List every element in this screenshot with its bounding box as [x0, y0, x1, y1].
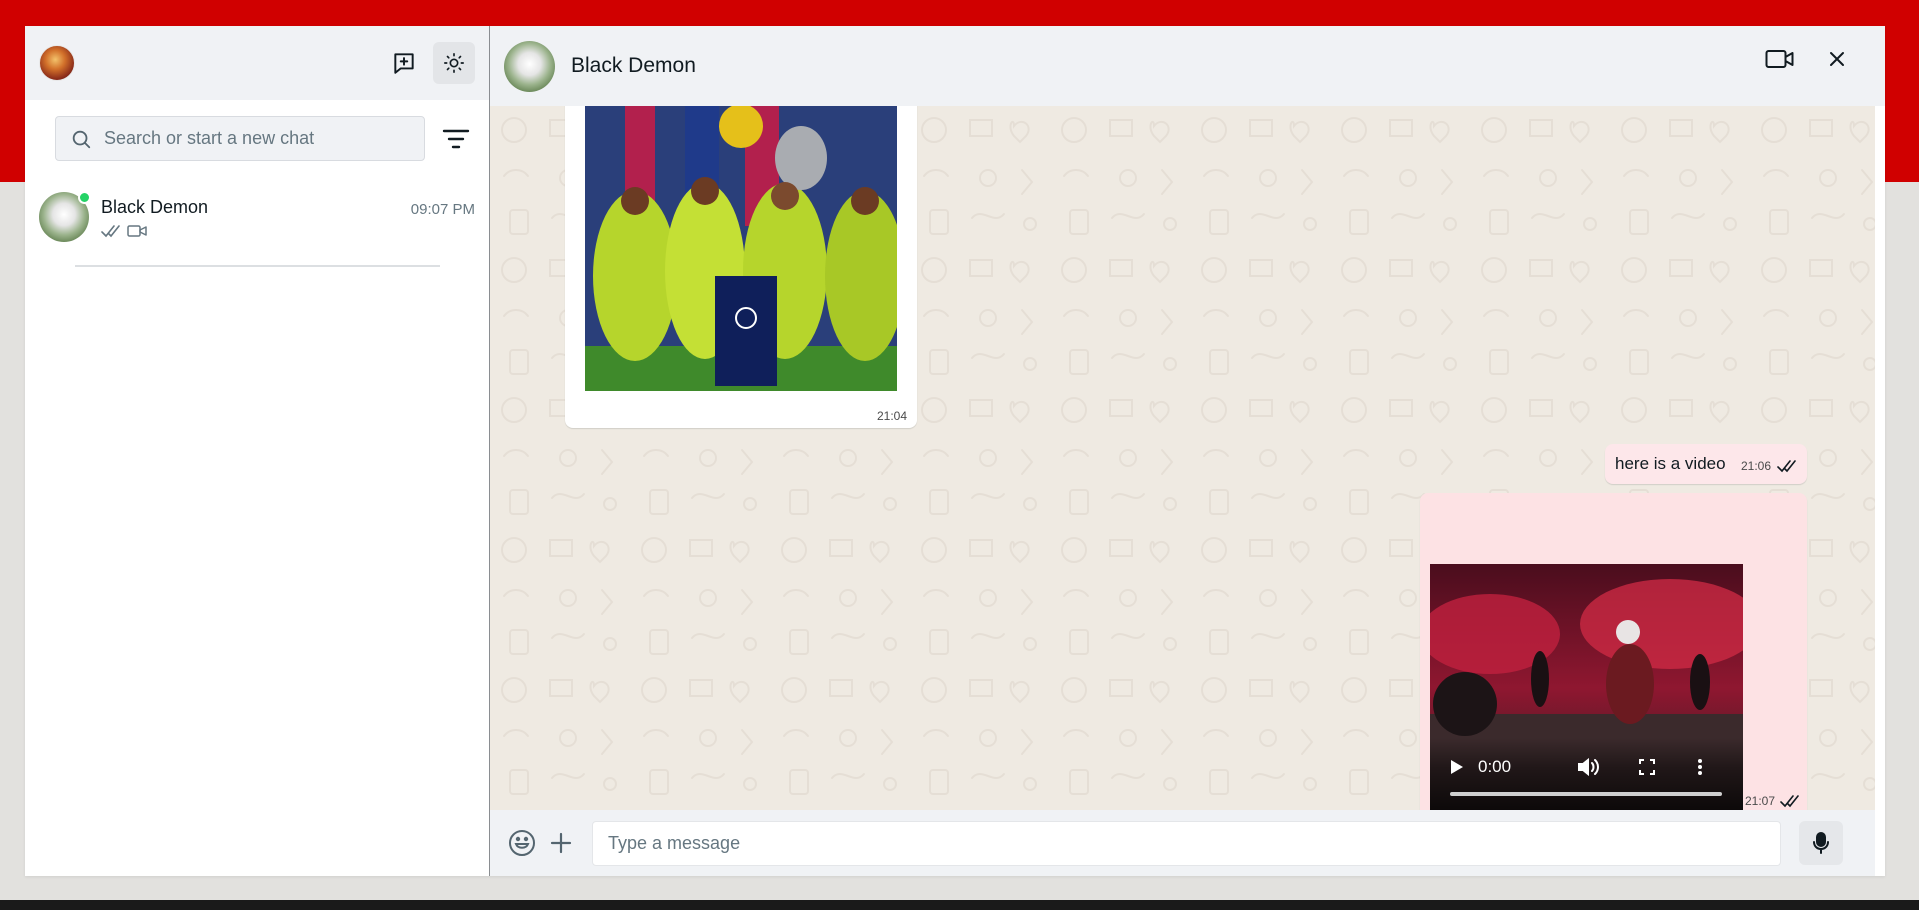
- chat-time: 09:07 PM: [410, 201, 475, 218]
- bottom-background-band: [0, 900, 1919, 910]
- contact-avatar: [39, 191, 91, 242]
- message-time: 21:06: [1741, 459, 1772, 473]
- conversation-panel: Black Demon 21:04 here is a video 21:06 …: [490, 26, 1885, 876]
- video-player[interactable]: 0:00: [1430, 564, 1743, 810]
- play-icon[interactable]: [1450, 759, 1464, 775]
- message-time: 21:07: [1745, 794, 1776, 808]
- message-time: 21:04: [876, 409, 907, 423]
- video-controls-row: 0:00: [1430, 752, 1743, 782]
- video-current-time: 0:00: [1478, 757, 1512, 776]
- video-camera-icon: [127, 225, 147, 237]
- conversation-header: Black Demon: [490, 26, 1885, 106]
- message-photo[interactable]: [585, 106, 897, 391]
- theme-toggle-button[interactable]: [433, 42, 475, 84]
- chat-app: Black Demon 09:07 PM Black Demon: [25, 26, 1885, 876]
- my-avatar[interactable]: [39, 45, 75, 81]
- theme-toggle-icon: [444, 53, 464, 73]
- search-row: [25, 100, 489, 161]
- new-chat-button[interactable]: [383, 42, 425, 84]
- close-icon[interactable]: [1829, 51, 1845, 67]
- message-area[interactable]: 21:04 here is a video 21:06 0:00 21:07: [490, 106, 1875, 810]
- image-message[interactable]: 21:04: [565, 106, 917, 428]
- message-text: here is a video: [1615, 454, 1726, 473]
- header-contact-name[interactable]: Black Demon: [571, 54, 696, 78]
- filter-icon: [443, 129, 470, 148]
- volume-icon[interactable]: [1577, 758, 1600, 776]
- emoji-icon[interactable]: [508, 829, 536, 857]
- mic-button[interactable]: [1799, 821, 1843, 865]
- header-contact-avatar[interactable]: [504, 40, 555, 92]
- chat-divider: [75, 265, 440, 267]
- message-composer: [490, 810, 1875, 876]
- fullscreen-icon[interactable]: [1639, 759, 1656, 775]
- text-message[interactable]: here is a video 21:06: [1605, 444, 1807, 484]
- double-check-icon: [1780, 795, 1799, 808]
- double-check-icon: [101, 225, 120, 238]
- video-progress-track[interactable]: [1450, 792, 1722, 796]
- message-input-box[interactable]: [592, 820, 1781, 866]
- photo-football-celebration: [585, 106, 897, 391]
- chat-last-message: [101, 224, 475, 238]
- search-box[interactable]: [55, 116, 425, 161]
- chat-list-item[interactable]: Black Demon 09:07 PM: [25, 185, 489, 271]
- sidebar: Black Demon 09:07 PM: [25, 26, 490, 876]
- online-indicator: [78, 191, 91, 204]
- filter-button[interactable]: [440, 122, 473, 156]
- mic-icon: [1813, 832, 1829, 854]
- chat-item-body: Black Demon 09:07 PM: [101, 185, 489, 271]
- new-chat-icon: [394, 53, 414, 74]
- message-input[interactable]: [608, 832, 1780, 854]
- sidebar-header: [25, 26, 489, 100]
- video-message[interactable]: 0:00 21:07: [1420, 493, 1807, 810]
- more-vertical-icon[interactable]: [1697, 758, 1703, 776]
- plus-icon[interactable]: [550, 832, 572, 854]
- scrollbar-gutter: [1875, 106, 1885, 876]
- double-check-icon: [1777, 460, 1796, 473]
- sidebar-actions: [383, 42, 475, 84]
- header-actions: [1765, 48, 1845, 70]
- search-input[interactable]: [104, 128, 404, 149]
- video-call-icon[interactable]: [1765, 48, 1795, 70]
- video-controls: 0:00: [1430, 738, 1743, 810]
- search-icon: [72, 130, 91, 148]
